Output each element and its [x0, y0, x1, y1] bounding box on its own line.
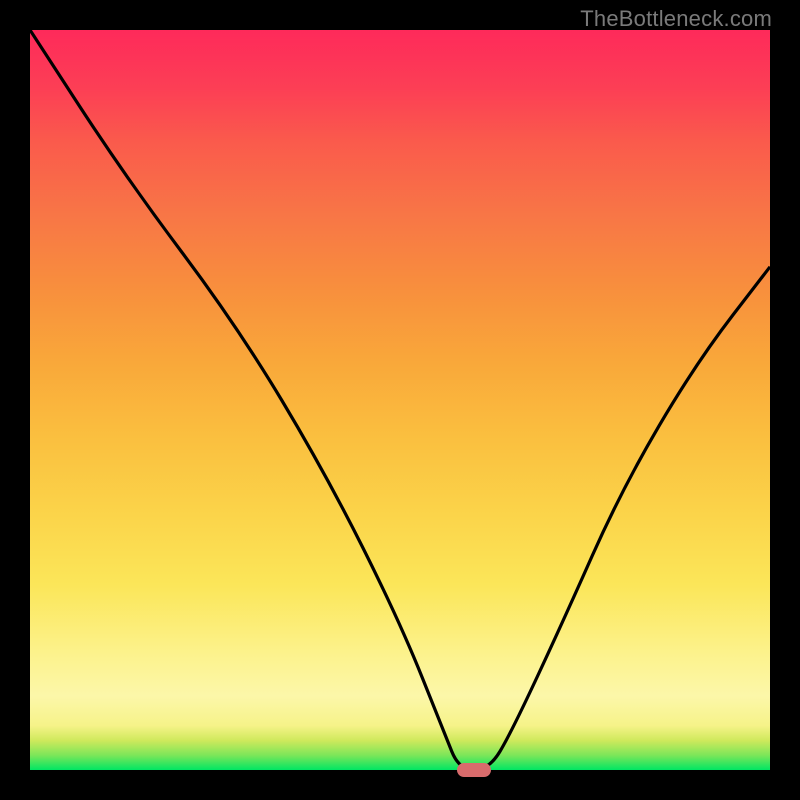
plot-area — [30, 30, 770, 770]
chart-frame: TheBottleneck.com — [0, 0, 800, 800]
curve-path — [30, 30, 770, 770]
bottleneck-curve — [30, 30, 770, 770]
optimum-marker — [457, 763, 491, 777]
watermark-label: TheBottleneck.com — [580, 6, 772, 32]
